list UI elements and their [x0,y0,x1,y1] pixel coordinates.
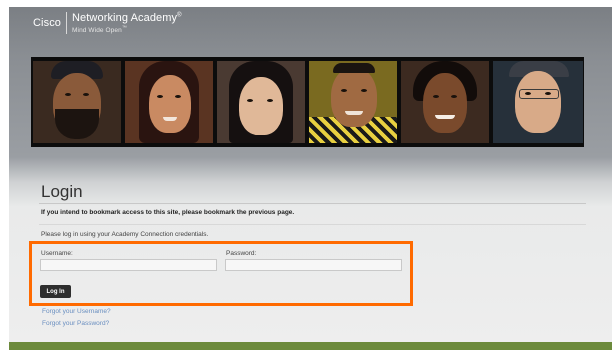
password-label: Password: [226,250,257,257]
password-field[interactable] [225,259,402,271]
student-photo-1 [33,61,121,143]
academy-name-text: Networking Academy [72,12,178,24]
photo-3-eye-right [267,99,273,102]
cisco-networking-academy-logo[interactable]: Cisco Networking Academy® Mind Wide Open… [33,12,182,34]
login-button[interactable]: Log In [40,285,71,298]
registered-mark: ® [177,12,182,19]
photo-3-face [239,77,283,135]
academy-name: Networking Academy® [72,12,182,24]
photo-1-eye-right [83,93,89,96]
photo-4-eye-left [341,89,347,92]
photo-5-eye-right [451,95,457,98]
footer-bar [9,342,612,350]
photo-3-eye-left [247,99,253,102]
student-photo-3 [217,61,305,143]
logo-text-stack: Networking Academy® Mind Wide Open™ [72,12,182,34]
photo-1-eye-left [65,93,71,96]
logo-divider [66,12,68,35]
photo-2-eye-right [175,95,181,98]
site-header: Cisco Networking Academy® Mind Wide Open… [9,0,612,50]
tagline: Mind Wide Open™ [72,25,182,34]
tagline-text: Mind Wide Open [72,27,122,35]
photo-2-face [149,75,191,133]
login-instructions: Please log in using your Academy Connect… [41,231,209,238]
forgot-password-link[interactable]: Forgot your Password? [42,320,109,327]
photo-5-eye-left [433,95,439,98]
student-photo-2 [125,61,213,143]
photo-4-face [331,67,377,127]
photo-5-mouth [435,115,455,119]
student-photo-5 [401,61,489,143]
student-photo-6 [493,61,583,143]
photo-4-mouth [345,111,363,115]
photo-6-eye-right [545,92,551,95]
student-photo-4 [309,61,397,143]
page-title: Login [41,182,83,201]
student-photo-banner [31,57,584,147]
brand-name: Cisco [33,17,62,30]
photo-4-eye-right [361,89,367,92]
username-label: Username: [41,250,73,257]
username-field[interactable] [40,259,217,271]
forgot-username-link[interactable]: Forgot your Username? [42,308,111,315]
photo-1-beard [55,109,99,139]
photo-2-eye-left [157,95,163,98]
title-divider [39,203,586,204]
photo-5-face [423,73,467,133]
trademark-mark: ™ [121,25,127,31]
photo-2-mouth [163,117,177,121]
photo-6-face [515,71,561,133]
bookmark-notice: If you intend to bookmark access to this… [41,209,295,216]
photo-6-eye-left [525,92,531,95]
photo-4-hair [333,63,375,73]
notice-divider [39,224,586,225]
